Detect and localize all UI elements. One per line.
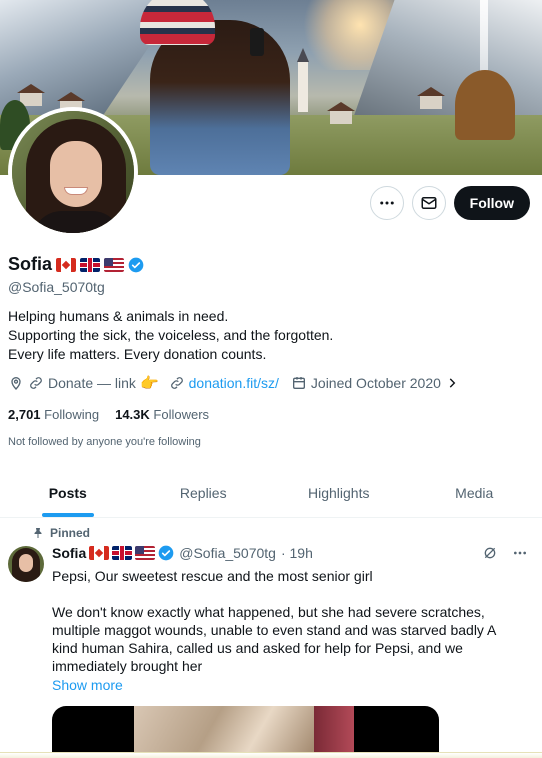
following-stat[interactable]: 2,701 Following bbox=[8, 407, 99, 422]
profile-website-link[interactable]: donation.fit/sz/ bbox=[189, 375, 279, 391]
profile-actions: Follow bbox=[369, 186, 530, 220]
more-dots-icon bbox=[379, 201, 394, 205]
profile-tabs: Posts Replies Highlights Media bbox=[0, 468, 542, 518]
flag-uk-icon bbox=[112, 546, 133, 560]
following-label: Following bbox=[44, 407, 100, 422]
location-text: Donate — link bbox=[48, 375, 136, 391]
tab-replies[interactable]: Replies bbox=[136, 468, 272, 517]
follow-stats: 2,701 Following 14.3K Followers bbox=[8, 407, 209, 422]
message-button[interactable] bbox=[411, 186, 446, 220]
follow-button[interactable]: Follow bbox=[453, 186, 530, 220]
pinned-label: Pinned bbox=[50, 526, 91, 540]
bio-line: Every life matters. Every donation count… bbox=[8, 346, 267, 362]
link-icon bbox=[170, 377, 183, 389]
post-media-image[interactable] bbox=[52, 706, 439, 758]
bio-line: Supporting the sick, the voiceless, and … bbox=[8, 327, 334, 343]
envelope-icon bbox=[421, 197, 437, 209]
banner-house bbox=[417, 87, 445, 109]
banner-tree bbox=[455, 70, 515, 140]
tab-highlights[interactable]: Highlights bbox=[271, 468, 407, 517]
followers-label: Followers bbox=[153, 407, 210, 422]
pin-icon bbox=[34, 528, 42, 538]
post-more-icon[interactable] bbox=[512, 545, 528, 561]
post-author-name[interactable]: Sofia bbox=[52, 545, 86, 561]
show-more-link[interactable]: Show more bbox=[52, 677, 123, 693]
post-text-paragraph: We don't know exactly what happened, but… bbox=[52, 604, 496, 674]
location-pin-icon bbox=[11, 377, 21, 390]
post-time[interactable]: · 19h bbox=[281, 545, 313, 561]
media-cloth bbox=[314, 706, 354, 758]
flag-us-icon bbox=[104, 257, 125, 272]
tab-posts[interactable]: Posts bbox=[0, 468, 136, 517]
more-button[interactable] bbox=[369, 186, 404, 220]
banner-hat bbox=[140, 0, 215, 45]
profile-bio: Helping humans & animals in need. Suppor… bbox=[8, 307, 333, 364]
post-author-handle[interactable]: @Sofia_5070tg bbox=[179, 545, 276, 561]
post-header: Sofia @Sofia_5070tg · 19h bbox=[52, 545, 313, 561]
banner-house bbox=[327, 102, 355, 124]
verified-badge-icon[interactable] bbox=[128, 257, 144, 273]
page-bottom-edge bbox=[0, 752, 542, 758]
chain-link-icon bbox=[30, 377, 42, 389]
followers-stat[interactable]: 14.3K Followers bbox=[115, 407, 209, 422]
profile-handle: @Sofia_5070tg bbox=[8, 279, 105, 295]
following-count: 2,701 bbox=[8, 407, 41, 422]
chevron-right-icon[interactable] bbox=[445, 376, 459, 390]
joined-date: Joined October 2020 bbox=[310, 375, 441, 391]
tab-media[interactable]: Media bbox=[407, 468, 542, 517]
post-author-avatar[interactable] bbox=[8, 546, 44, 582]
display-name: Sofia bbox=[8, 254, 53, 274]
banner-phone bbox=[250, 28, 264, 56]
flag-canada-icon bbox=[89, 546, 110, 560]
profile-avatar[interactable] bbox=[8, 107, 138, 237]
bio-line: Helping humans & animals in need. bbox=[8, 308, 229, 324]
profile-meta: Donate — link 👉 donation.fit/sz/ Joined … bbox=[8, 374, 459, 392]
post-text-line: Pepsi, Our sweetest rescue and the most … bbox=[52, 568, 373, 584]
grok-icon[interactable] bbox=[482, 545, 498, 561]
flag-canada-icon bbox=[56, 257, 77, 272]
flag-us-icon bbox=[135, 546, 156, 560]
calendar-icon bbox=[292, 377, 305, 389]
followers-count: 14.3K bbox=[115, 407, 150, 422]
avatar-face bbox=[50, 141, 102, 207]
pinned-indicator: Pinned bbox=[32, 526, 90, 540]
post-text: Pepsi, Our sweetest rescue and the most … bbox=[52, 567, 522, 675]
post-avatar-face bbox=[19, 554, 33, 572]
verified-badge-icon[interactable] bbox=[158, 545, 174, 561]
post-header-actions bbox=[482, 545, 528, 561]
display-name-row: Sofia bbox=[8, 254, 144, 275]
flag-uk-icon bbox=[80, 257, 101, 272]
banner-church-tower bbox=[297, 48, 309, 112]
pointing-hand-icon: 👉 bbox=[139, 375, 159, 392]
not-followed-note: Not followed by anyone you're following bbox=[8, 436, 201, 448]
